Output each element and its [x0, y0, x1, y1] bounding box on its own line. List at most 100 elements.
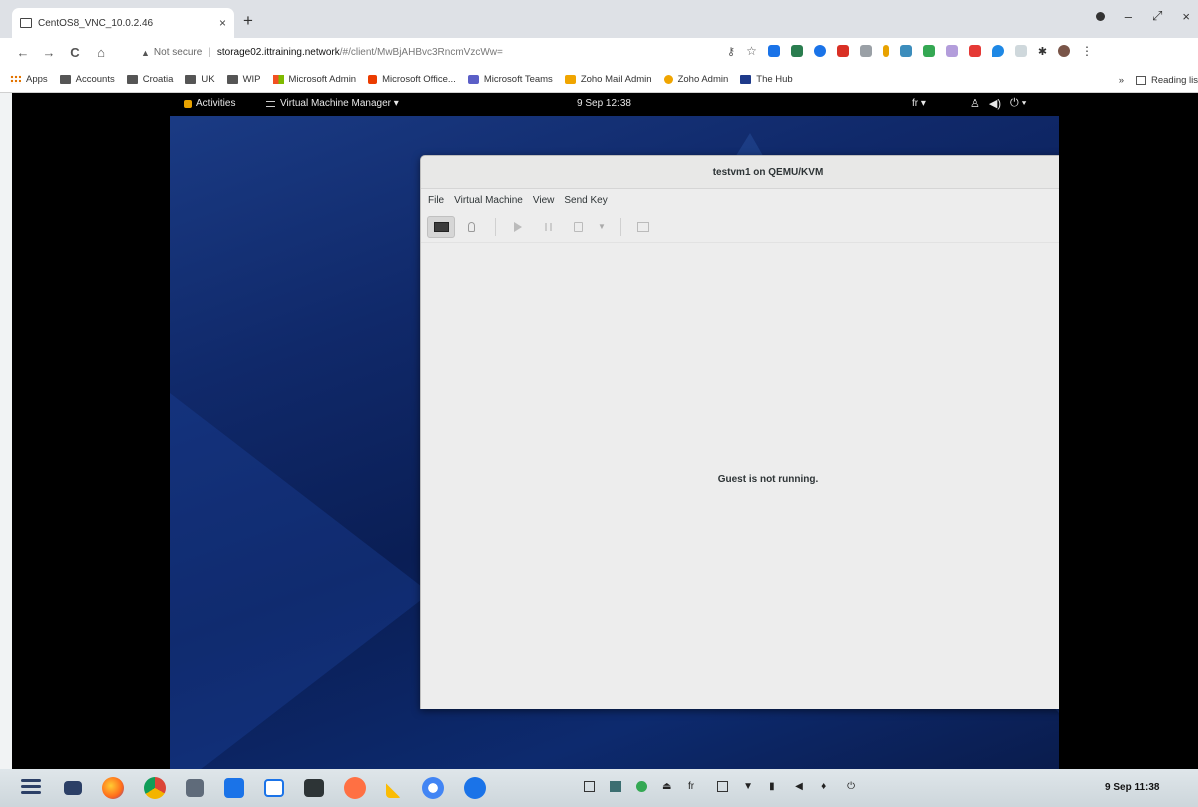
key-icon[interactable]: ⚷: [727, 45, 735, 58]
bookmark-wip[interactable]: WIP: [226, 74, 261, 85]
extension-gear-icon[interactable]: [899, 45, 912, 57]
minimize-button[interactable]: –: [1125, 9, 1132, 24]
pause-button[interactable]: [534, 216, 562, 238]
chevron-down-icon: ▼: [598, 222, 606, 231]
system-clock[interactable]: 9 Sep 11:38: [1105, 782, 1159, 793]
shutdown-button[interactable]: [564, 216, 592, 238]
shelf-lang[interactable]: fr: [688, 781, 694, 792]
back-button[interactable]: ←: [12, 45, 34, 60]
extension-drop-icon[interactable]: [991, 45, 1004, 57]
wallpaper-facet: [170, 393, 430, 769]
extension-grid-icon[interactable]: [859, 45, 872, 57]
extension-print-icon[interactable]: [790, 45, 803, 57]
bookmark-label: Zoho Admin: [677, 74, 729, 85]
clipboard-icon[interactable]: [584, 781, 595, 792]
vm-window-titlebar[interactable]: testvm1 on QEMU/KVM ×: [421, 156, 1059, 189]
app-menu-label: Virtual Machine Manager ▾: [280, 98, 399, 109]
menu-dots-icon[interactable]: ⋮: [1081, 44, 1093, 58]
avatar[interactable]: [1058, 45, 1071, 57]
tab-close-button[interactable]: ×: [219, 16, 226, 30]
new-tab-button[interactable]: +: [243, 11, 253, 31]
vnc-viewport[interactable]: testvm1 on QEMU/KVM × File Virtual Machi…: [12, 93, 1198, 769]
chat-app-icon[interactable]: [264, 779, 284, 797]
battery-icon[interactable]: ▮: [769, 781, 780, 792]
url-host: storage02.ittraining.network: [216, 47, 340, 58]
bookmark-accounts[interactable]: Accounts: [59, 74, 115, 85]
url-separator: |: [208, 47, 211, 58]
camera-app-icon[interactable]: [224, 778, 244, 798]
details-button[interactable]: [457, 216, 485, 238]
extensions-puzzle-icon[interactable]: ✱: [1038, 45, 1047, 58]
chrome-icon[interactable]: [144, 777, 166, 799]
gnome-desktop[interactable]: testvm1 on QEMU/KVM × File Virtual Machi…: [170, 93, 1059, 769]
chromium-icon[interactable]: [422, 777, 444, 799]
security-status[interactable]: Not secure: [154, 47, 202, 58]
screen-cast-icon[interactable]: [717, 781, 729, 792]
extension-infinity-icon[interactable]: [945, 45, 958, 57]
files-app-icon[interactable]: [64, 781, 82, 795]
snapshots-button[interactable]: [629, 216, 657, 238]
reload-button[interactable]: C: [64, 45, 86, 60]
menu-virtual-machine[interactable]: Virtual Machine: [454, 195, 523, 206]
menu-send-key[interactable]: Send Key: [564, 195, 607, 206]
bookmark-zoho-mail-admin[interactable]: Zoho Mail Admin: [564, 74, 652, 85]
extension-counter-icon[interactable]: [1014, 45, 1027, 57]
system-tray[interactable]: ♙ ◀) ⏻ ▾: [970, 97, 1026, 110]
wifi-icon[interactable]: ▼: [743, 781, 754, 792]
bookmark-microsoft-admin[interactable]: Microsoft Admin: [272, 74, 357, 85]
skype-icon[interactable]: [464, 777, 486, 799]
warning-icon: ▲: [141, 47, 150, 58]
gnome-clock[interactable]: 9 Sep 12:38: [577, 98, 631, 109]
forward-button[interactable]: →: [38, 45, 60, 60]
bookmark-microsoft-teams[interactable]: Microsoft Teams: [467, 74, 553, 85]
launcher-icon[interactable]: [21, 779, 41, 797]
bookmark-croatia[interactable]: Croatia: [126, 74, 173, 85]
extension-icons: ⚷ ☆ ✱ ⋮: [727, 44, 1093, 58]
terminal-icon[interactable]: [304, 779, 324, 797]
recorder-app-icon[interactable]: [344, 777, 366, 799]
extension-circle-icon[interactable]: [813, 45, 826, 57]
speaker-icon[interactable]: ◀: [795, 781, 806, 792]
pause-icon: [544, 222, 552, 231]
extension-plus-icon[interactable]: [882, 45, 889, 57]
menu-view[interactable]: View: [533, 195, 555, 206]
browser-tab[interactable]: CentOS8_VNC_10.0.2.46 ×: [12, 8, 234, 38]
bookmark-label: Microsoft Admin: [288, 74, 357, 85]
run-button[interactable]: [504, 216, 532, 238]
bookmarks-overflow-button[interactable]: »: [1119, 75, 1124, 86]
network-icon: ♙: [970, 98, 980, 110]
restore-button[interactable]: ⤢: [1152, 8, 1162, 24]
pen-app-icon[interactable]: [386, 778, 402, 798]
firefox-icon[interactable]: [102, 777, 124, 799]
profile-icon[interactable]: [1095, 11, 1105, 21]
vm-toolbar: ▼: [421, 211, 1059, 243]
console-button[interactable]: [427, 215, 455, 238]
menu-file[interactable]: File: [428, 195, 444, 206]
activities-button[interactable]: Activities: [184, 98, 235, 109]
extension-tray-icon[interactable]: [610, 781, 621, 792]
bookmark-microsoft-office[interactable]: Microsoft Office...: [368, 74, 456, 85]
extension-s-icon[interactable]: [767, 45, 780, 57]
eject-icon[interactable]: ⏏: [662, 781, 673, 792]
input-source-indicator[interactable]: fr ▾: [912, 98, 926, 109]
bookmark-apps[interactable]: Apps: [10, 74, 48, 85]
star-icon[interactable]: ☆: [746, 44, 757, 58]
microphone-icon[interactable]: ♦: [821, 781, 832, 792]
shutdown-menu-button[interactable]: ▼: [594, 216, 610, 238]
extension-drive-icon[interactable]: [922, 45, 935, 57]
vm-console-area[interactable]: Guest is not running.: [421, 244, 1059, 709]
home-button[interactable]: ⌂: [90, 45, 112, 60]
extension-mail-icon[interactable]: [836, 45, 849, 57]
vpn-icon[interactable]: [636, 781, 647, 792]
reading-list-button[interactable]: Reading lis: [1151, 75, 1198, 86]
address-bar[interactable]: ▲ Not secure | storage02.ittraining.netw…: [141, 42, 503, 63]
zoho-admin-icon: [663, 75, 673, 84]
extension-pocket-icon[interactable]: [968, 45, 981, 57]
bookmark-zoho-admin[interactable]: Zoho Admin: [663, 74, 729, 85]
close-window-button[interactable]: ×: [1182, 9, 1190, 24]
bookmark-the-hub[interactable]: The Hub: [740, 74, 793, 85]
power-status-icon[interactable]: ⏻: [847, 781, 858, 792]
app-menu[interactable]: Virtual Machine Manager ▾: [266, 98, 399, 109]
file-manager-icon[interactable]: [186, 779, 204, 797]
bookmark-uk[interactable]: UK: [185, 74, 215, 85]
